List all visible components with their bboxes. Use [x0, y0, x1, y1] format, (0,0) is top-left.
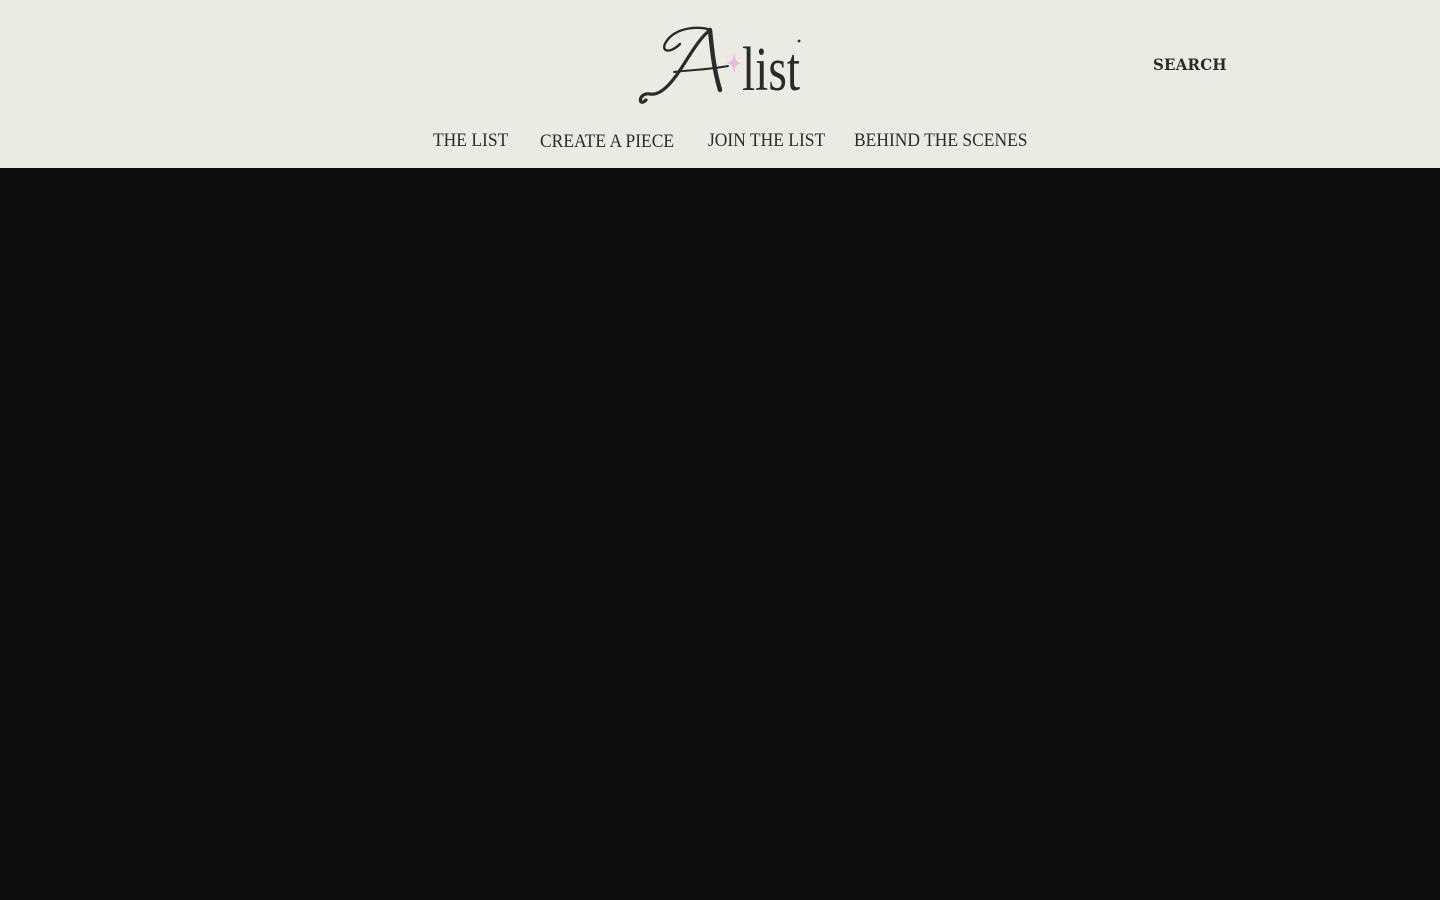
a-list-logo-icon: list — [638, 26, 801, 104]
hero-media-area — [0, 168, 1440, 900]
search-button[interactable]: SEARCH — [1153, 55, 1227, 74]
site-header: list SEARCH THE LIST CREATE A PIECE JOIN… — [0, 0, 1440, 168]
nav-item-create-a-piece[interactable]: CREATE A PIECE — [540, 131, 674, 153]
main-nav: THE LIST CREATE A PIECE JOIN THE LIST BE… — [0, 130, 1440, 158]
nav-item-behind-the-scenes[interactable]: BEHIND THE SCENES — [854, 130, 1028, 152]
a-list-logo[interactable]: list — [636, 20, 806, 112]
nav-item-join-the-list[interactable]: JOIN THE LIST — [708, 130, 825, 152]
svg-text:list: list — [742, 36, 800, 104]
nav-item-the-list[interactable]: THE LIST — [433, 130, 508, 152]
